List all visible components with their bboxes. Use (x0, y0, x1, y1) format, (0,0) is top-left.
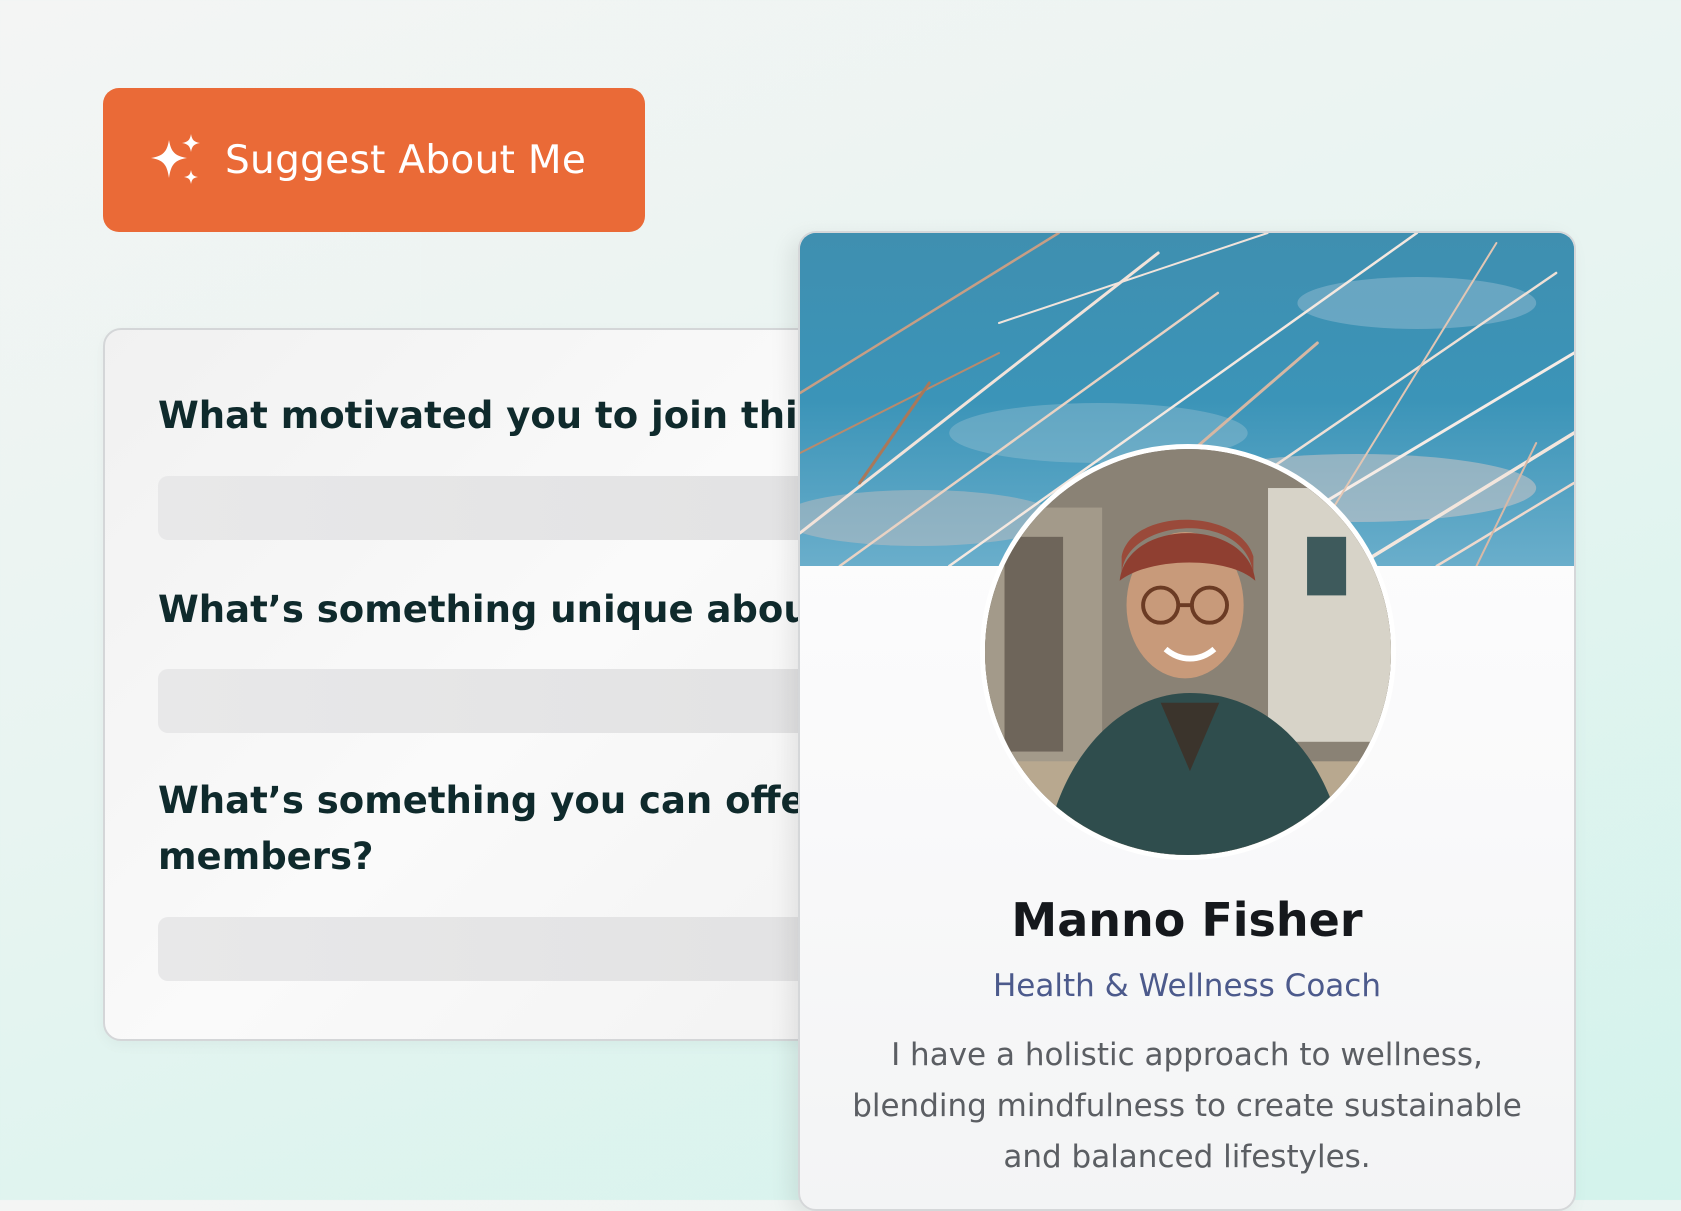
profile-role: Health & Wellness Coach (993, 968, 1381, 1004)
question-motivation-input[interactable] (158, 476, 821, 540)
question-offer-input[interactable] (158, 917, 821, 981)
avatar (980, 444, 1396, 860)
about-questions-card: What motivated you to join this What’s s… (103, 328, 823, 1041)
question-motivation-label: What motivated you to join this (158, 394, 820, 437)
question-unique-label: What’s something unique about (158, 588, 823, 631)
question-offer-label: What’s something you can offer members? (158, 779, 823, 878)
sparkles-icon (151, 134, 200, 184)
profile-name: Manno Fisher (1011, 893, 1363, 947)
suggest-button-label: Suggest About Me (225, 137, 587, 183)
profile-bio: I have a holistic approach to wellness, … (852, 1037, 1522, 1175)
question-unique-input[interactable] (158, 669, 821, 733)
suggest-about-me-button[interactable]: Suggest About Me (103, 88, 645, 232)
